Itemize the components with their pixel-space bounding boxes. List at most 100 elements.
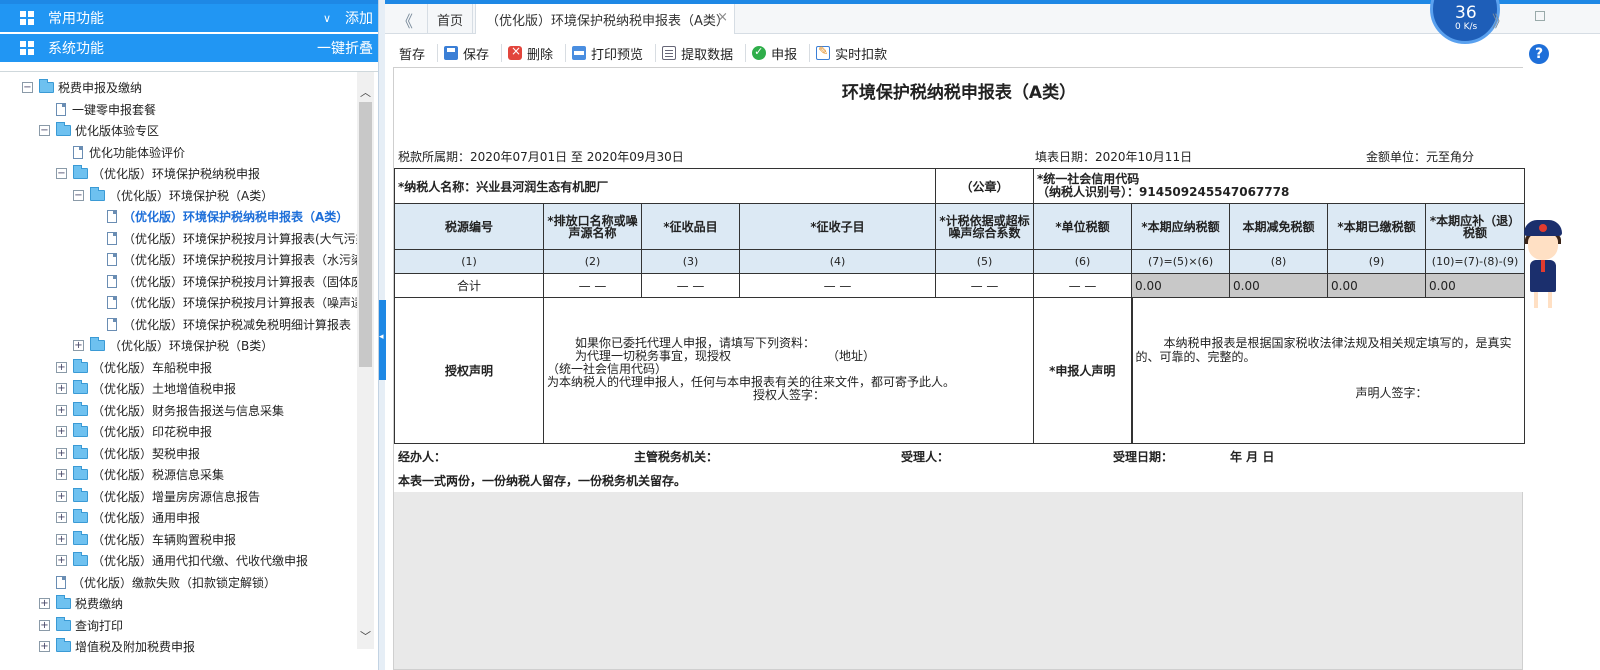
close-icon[interactable]: × bbox=[717, 10, 728, 25]
column-header: *排放口名称或噪声源名称 bbox=[543, 203, 642, 250]
tab-current[interactable]: （优化版）环境保护税纳税申报表（A类） × bbox=[475, 4, 735, 34]
receiver-label: 受理人： bbox=[901, 450, 950, 464]
column-header: *单位税额 bbox=[1033, 203, 1133, 250]
column-number-row: (1) (2) (3) (4) (5) (6) (7)=(5)×(6) (8) (9) (10)=… bbox=[394, 249, 1526, 274]
tree-item[interactable]: − 优化版体验专区 bbox=[39, 120, 159, 141]
help-icon[interactable]: ? bbox=[1529, 44, 1549, 64]
tree-item[interactable]: + 查询打印 bbox=[39, 615, 123, 636]
column-number: (4) bbox=[738, 249, 937, 274]
collapse-icon[interactable]: − bbox=[56, 168, 67, 179]
scroll-up-icon[interactable]: ︿ bbox=[360, 84, 371, 100]
seal-label: （公章） bbox=[960, 179, 1009, 194]
collapse-icon[interactable]: − bbox=[39, 125, 50, 136]
tree-item[interactable]: + （优化版）增量房房源信息报告 bbox=[56, 486, 260, 507]
delete-button[interactable]: 删除 bbox=[502, 44, 567, 63]
sidebar-scrollbar[interactable]: ︿ ﹀ bbox=[357, 72, 374, 649]
tree-item[interactable]: 一键零申报套餐 bbox=[56, 99, 156, 120]
print-preview-label: 打印预览 bbox=[591, 47, 644, 63]
column-number: (5) bbox=[935, 249, 1035, 274]
tree-item-label: 优化功能体验评价 bbox=[89, 145, 186, 160]
document-icon bbox=[662, 46, 677, 60]
collapse-icon[interactable]: − bbox=[73, 189, 84, 201]
tree-item[interactable]: + （优化版）印花税申报 bbox=[56, 421, 212, 442]
expand-icon[interactable]: + bbox=[39, 619, 50, 631]
total-amount-cell: 0.00 bbox=[1131, 273, 1231, 298]
tab-home[interactable]: 首页 bbox=[427, 4, 473, 34]
expand-icon[interactable]: + bbox=[56, 426, 67, 437]
network-speed-widget[interactable]: 36 0 K/s bbox=[1430, 0, 1500, 44]
stash-label: 暂存 bbox=[399, 47, 426, 63]
expand-icon[interactable]: + bbox=[56, 512, 67, 523]
tree-item[interactable]: （优化版）环境保护税纳税申报表（A类） bbox=[107, 206, 348, 227]
tree-item[interactable]: （优化版）缴款失败（扣款锁定解锁） bbox=[56, 572, 276, 593]
expand-icon[interactable]: + bbox=[39, 598, 50, 609]
declare-button[interactable]: 申报 bbox=[746, 44, 811, 63]
tree-item[interactable]: （优化版）环境保护税按月计算报表（噪声适用 bbox=[107, 292, 366, 313]
declarant-label-cell: *申报人声明 bbox=[1033, 297, 1133, 444]
collapse-all-button[interactable]: 一键折叠 bbox=[317, 38, 373, 58]
expand-icon[interactable]: + bbox=[56, 555, 67, 566]
expand-icon[interactable]: + bbox=[56, 447, 67, 459]
tree-item[interactable]: + （优化版）财务报告报送与信息采集 bbox=[56, 400, 284, 421]
tree-item[interactable]: （优化版）环境保护税按月计算报表（水污染物 bbox=[107, 249, 366, 270]
tree-item[interactable]: + 增值税及附加税费申报 bbox=[39, 636, 195, 657]
maximize-icon[interactable] bbox=[1535, 11, 1545, 21]
expand-icon[interactable]: + bbox=[56, 490, 67, 502]
collapse-icon[interactable]: − bbox=[22, 82, 33, 93]
system-functions-header[interactable]: 系统功能 一键折叠 bbox=[0, 34, 383, 62]
assistant-avatar-icon[interactable] bbox=[1520, 220, 1566, 310]
tree-item-label: （优化版）车船税申报 bbox=[92, 360, 213, 375]
tree-item[interactable]: + （优化版）通用代扣代缴、代收代缴申报 bbox=[56, 550, 308, 571]
expand-icon[interactable]: + bbox=[56, 469, 67, 480]
tree-item[interactable]: + （优化版）车船税申报 bbox=[56, 357, 212, 378]
tree-item[interactable]: + （优化版）通用申报 bbox=[56, 507, 200, 528]
add-common-button[interactable]: 添加 bbox=[345, 8, 373, 28]
chevron-down-icon[interactable]: ∨ bbox=[323, 12, 331, 25]
tree-item[interactable]: − 税费申报及缴纳 bbox=[22, 77, 142, 98]
fetch-data-label: 提取数据 bbox=[681, 47, 734, 63]
auth-sign: 授权人签字： bbox=[753, 388, 826, 402]
collapse-sidebar-handle[interactable] bbox=[379, 300, 386, 380]
panel-splitter[interactable] bbox=[378, 0, 386, 670]
tree-item[interactable]: 优化功能体验评价 bbox=[73, 142, 185, 163]
form-footnote: 本表一式两份，一份纳税人留存，一份税务机关留存。 bbox=[398, 474, 687, 488]
expand-icon[interactable]: + bbox=[56, 404, 67, 416]
tree-item-label: （优化版）增量房房源信息报告 bbox=[92, 489, 261, 504]
expand-icon[interactable]: + bbox=[56, 383, 67, 394]
edit-icon bbox=[816, 44, 831, 60]
common-functions-header[interactable]: 常用功能 ∨ 添加 bbox=[0, 4, 383, 32]
tree-item[interactable]: （优化版）环境保护税减免税明细计算报表 bbox=[107, 314, 351, 335]
tab-bar: 《 首页 （优化版）环境保护税纳税申报表（A类） × 36 0 K/s 》 bbox=[385, 0, 1600, 44]
tree-item[interactable]: + （优化版）契税申报 bbox=[56, 443, 200, 464]
declarant-label: *申报人声明 bbox=[1049, 364, 1116, 378]
save-button[interactable]: 保存 bbox=[438, 44, 503, 63]
realtime-deduct-label: 实时扣款 bbox=[835, 47, 888, 63]
stash-button[interactable]: 暂存 bbox=[393, 44, 439, 63]
realtime-deduct-button[interactable]: 实时扣款 bbox=[810, 44, 899, 63]
folder-icon bbox=[73, 509, 88, 523]
tree-item[interactable]: （优化版）环境保护税按月计算报表(大气污染物 bbox=[107, 228, 366, 249]
expand-icon[interactable]: + bbox=[56, 361, 67, 373]
total-amount-cell: 0.00 bbox=[1229, 273, 1329, 298]
tree-item[interactable]: − （优化版）环境保护税（A类） bbox=[73, 185, 273, 206]
folder-icon bbox=[56, 122, 71, 136]
expand-icon[interactable]: + bbox=[73, 340, 84, 351]
scroll-down-icon[interactable]: ﹀ bbox=[360, 628, 371, 644]
tabs-scroll-right-icon[interactable]: 》 bbox=[1492, 8, 1508, 32]
scrollbar-thumb[interactable] bbox=[359, 102, 372, 367]
tabs-scroll-left-icon[interactable]: 《 bbox=[397, 8, 413, 32]
form-viewport: 环境保护税纳税申报表（A类） 税款所属期：2020年07月01日 至 2020年… bbox=[393, 67, 1526, 670]
fetch-data-button[interactable]: 提取数据 bbox=[656, 44, 747, 63]
column-header: *本期应补（退）税额 bbox=[1425, 203, 1526, 250]
expand-icon[interactable]: + bbox=[56, 533, 67, 545]
expand-icon[interactable]: + bbox=[39, 641, 50, 652]
tree-item[interactable]: + （优化版）税源信息采集 bbox=[56, 464, 224, 485]
seal-cell: （公章） bbox=[935, 168, 1035, 204]
tree-item[interactable]: − （优化版）环境保护税纳税申报 bbox=[56, 163, 260, 184]
tree-item[interactable]: + 税费缴纳 bbox=[39, 593, 123, 614]
tree-item[interactable]: + （优化版）土地增值税申报 bbox=[56, 378, 236, 399]
tree-item[interactable]: + （优化版）车辆购置税申报 bbox=[56, 529, 236, 550]
tree-item[interactable]: + （优化版）环境保护税（B类） bbox=[73, 335, 273, 356]
print-preview-button[interactable]: 打印预览 bbox=[566, 44, 657, 63]
tree-item[interactable]: （优化版）环境保护税按月计算报表（固体废物 bbox=[107, 271, 366, 292]
